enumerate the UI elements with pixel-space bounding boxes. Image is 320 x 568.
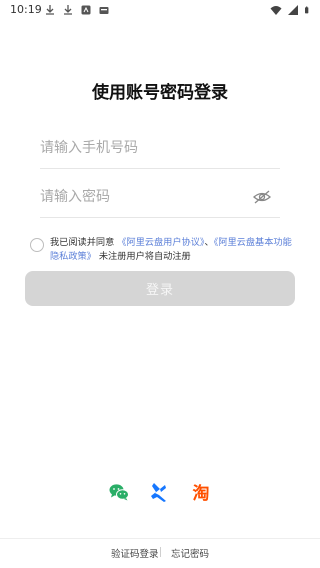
eye-off-icon[interactable] [252,187,272,207]
svg-text:淘: 淘 [193,483,210,504]
battery-icon [305,6,309,14]
badge-icon [81,5,91,15]
agreement-prefix: 我已阅读并同意 [50,237,115,248]
wifi-icon [270,6,282,15]
taobao-icon[interactable]: 淘 [189,480,213,504]
phone-input[interactable] [40,128,240,168]
footer-divider [0,538,320,539]
agreement-checkbox[interactable] [30,238,44,252]
page-title: 使用账号密码登录 [92,83,228,103]
login-button[interactable]: 登录 [25,271,295,306]
status-bar: 10:19 [0,0,320,20]
signal-icon [288,5,298,15]
password-input[interactable] [40,177,240,217]
download-icon [46,5,54,15]
third-party-login: 淘 [0,480,320,508]
agreement-suffix: 未注册用户将自动注册 [98,251,191,262]
status-right-icons [270,4,312,16]
wechat-icon[interactable] [107,480,131,504]
code-login-link[interactable]: 验证码登录 [111,546,159,560]
password-field [40,177,280,218]
alipay-icon[interactable] [148,480,172,504]
footer-separator [160,547,161,557]
download-icon [64,5,72,15]
forgot-password-link[interactable]: 忘记密码 [171,546,209,560]
user-agreement-link[interactable]: 《阿里云盘用户协议》 [117,237,204,248]
agreement-separator: 、 [204,237,214,248]
agreement-text: 我已阅读并同意 《阿里云盘用户协议》、《阿里云盘基本功能隐私政策》 未注册用户将… [50,236,300,264]
box-icon [99,7,109,14]
status-time: 10:19 [10,3,42,16]
status-left-icons [44,4,110,16]
footer-links: 验证码登录 忘记密码 [0,546,320,562]
phone-field [40,128,280,169]
